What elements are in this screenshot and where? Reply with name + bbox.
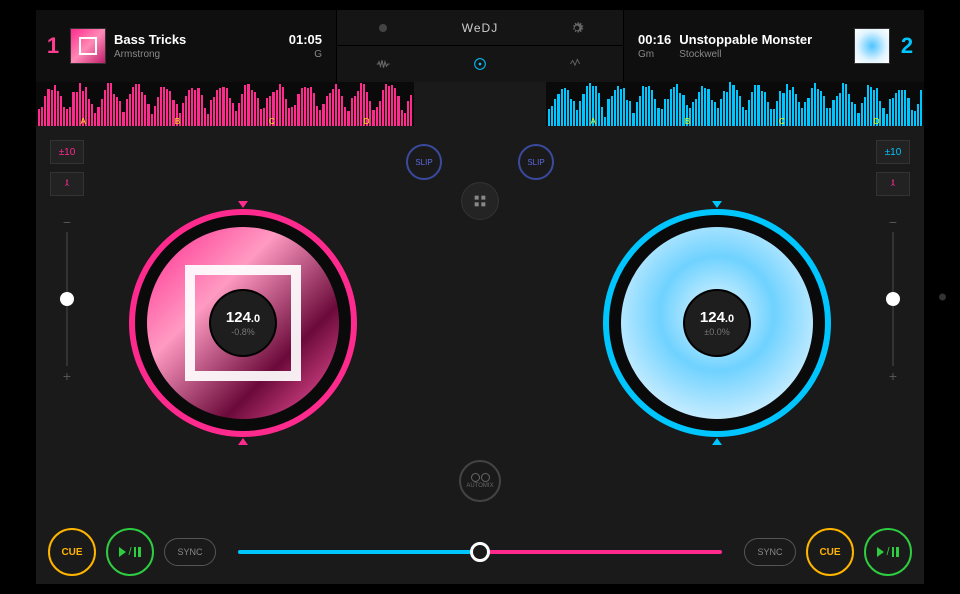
deck2-header[interactable]: 00:16 Gm Unstoppable Monster Stockwell 2 xyxy=(624,10,924,82)
deck2-sync-button[interactable]: SYNC xyxy=(744,538,796,566)
transport-bar: CUE / SYNC SYNC CUE / xyxy=(36,520,924,584)
browse-icon xyxy=(472,193,488,209)
deck1-jog-wheel[interactable]: 124.0 -0.8% xyxy=(129,209,357,437)
deck2-cue-button[interactable]: CUE xyxy=(806,528,854,576)
fx-icon xyxy=(568,57,582,71)
deck2-jog-wheel[interactable]: 124.0 ±0.0% xyxy=(603,209,831,437)
deck1-header[interactable]: 1 Bass Tricks Armstrong 01:05 G xyxy=(36,10,336,82)
deck1-hotcue-b[interactable]: B xyxy=(175,117,180,126)
record-button[interactable] xyxy=(369,14,397,42)
deck1-jog-marker-bottom xyxy=(238,438,248,445)
deck1-side-controls: ±10 − + xyxy=(50,140,84,384)
keylock-icon xyxy=(887,178,899,190)
crossfader-knob[interactable] xyxy=(470,542,490,562)
deck2-pitch-readout: ±0.0% xyxy=(704,327,729,337)
deck2: SLIP 124.0 ±0.0% ±10 − xyxy=(510,126,924,520)
disc-view-button[interactable] xyxy=(466,50,494,78)
deck1-bpm: 124.0 xyxy=(226,309,260,326)
keylock-icon xyxy=(61,178,73,190)
deck2-pitch-knob[interactable] xyxy=(886,292,900,306)
deck1-bpm-hub[interactable]: 124.0 -0.8% xyxy=(211,291,275,355)
deck2-hotcue-a[interactable]: A xyxy=(590,117,595,126)
deck1-waveform[interactable]: A B C D xyxy=(36,82,414,126)
deck2-jog-marker-bottom xyxy=(712,438,722,445)
deck1-artist: Armstrong xyxy=(114,49,281,60)
deck2-keylock-button[interactable] xyxy=(876,172,910,196)
deck2-waveform[interactable]: A B C D xyxy=(546,82,924,126)
top-bar: 1 Bass Tricks Armstrong 01:05 G WeDJ xyxy=(36,10,924,82)
deck2-play-button[interactable]: / xyxy=(864,528,912,576)
deck2-slip-button[interactable]: SLIP xyxy=(518,144,554,180)
deck1-sync-button[interactable]: SYNC xyxy=(164,538,216,566)
deck2-artist: Stockwell xyxy=(679,49,846,60)
play-pause-icon: / xyxy=(119,546,140,558)
deck1-pitch-readout: -0.8% xyxy=(231,327,255,337)
deck1-tempo-range-button[interactable]: ±10 xyxy=(50,140,84,164)
waveform-icon xyxy=(376,59,394,69)
deck1-hotcue-c[interactable]: C xyxy=(269,117,275,126)
deck1-number: 1 xyxy=(44,33,62,59)
center-panel: WeDJ xyxy=(336,10,624,82)
deck1-pitch-slider[interactable]: − + xyxy=(55,214,79,384)
deck1-slip-button[interactable]: SLIP xyxy=(406,144,442,180)
deck1-keylock-button[interactable] xyxy=(50,172,84,196)
deck2-album-art[interactable] xyxy=(854,28,890,64)
tablet-home-indicator xyxy=(939,294,946,301)
deck1-pitch-knob[interactable] xyxy=(60,292,74,306)
deck1-hotcue-a[interactable]: A xyxy=(80,117,85,126)
fx-view-button[interactable] xyxy=(561,50,589,78)
deck1-jog-marker-top xyxy=(238,201,248,208)
plus-sign: + xyxy=(63,368,71,384)
deck1-track-title: Bass Tricks xyxy=(114,32,281,47)
center-column: AUTOMIX xyxy=(450,126,510,520)
deck1: ±10 − + SLIP xyxy=(36,126,450,520)
browse-button[interactable] xyxy=(461,182,499,220)
waveform-row: A B C D A B C D xyxy=(36,82,924,126)
plus-sign: + xyxy=(889,368,897,384)
deck1-cue-button[interactable]: CUE xyxy=(48,528,96,576)
deck2-pitch-slider[interactable]: − + xyxy=(881,214,905,384)
deck1-play-button[interactable]: / xyxy=(106,528,154,576)
deck2-key: Gm xyxy=(638,49,671,60)
deck2-side-controls: ±10 − + xyxy=(876,140,910,384)
deck2-hotcue-d[interactable]: D xyxy=(874,117,880,126)
app-screen: 1 Bass Tricks Armstrong 01:05 G WeDJ xyxy=(36,10,924,584)
deck2-hotcue-b[interactable]: B xyxy=(685,117,690,126)
crossfader[interactable] xyxy=(238,540,722,564)
deck1-hotcue-d[interactable]: D xyxy=(364,117,370,126)
deck2-hotcue-c[interactable]: C xyxy=(779,117,785,126)
brand-label: WeDJ xyxy=(462,21,498,35)
settings-button[interactable] xyxy=(563,14,591,42)
deck2-tempo-range-button[interactable]: ±10 xyxy=(876,140,910,164)
deck1-time: 01:05 xyxy=(289,32,322,47)
automix-label: AUTOMIX xyxy=(466,483,493,489)
minus-sign: − xyxy=(63,214,71,230)
deck2-number: 2 xyxy=(898,33,916,59)
deck2-time: 00:16 xyxy=(638,32,671,47)
deck2-bpm-hub[interactable]: 124.0 ±0.0% xyxy=(685,291,749,355)
deck-area: ±10 − + SLIP xyxy=(36,126,924,520)
deck2-track-title: Unstoppable Monster xyxy=(679,32,846,47)
deck1-key: G xyxy=(289,49,322,60)
deck2-bpm: 124.0 xyxy=(700,309,734,326)
automix-icon xyxy=(471,473,490,482)
play-pause-icon: / xyxy=(877,546,898,558)
disc-icon xyxy=(472,56,488,72)
waveform-view-button[interactable] xyxy=(371,50,399,78)
minus-sign: − xyxy=(889,214,897,230)
deck1-album-art[interactable] xyxy=(70,28,106,64)
gear-icon xyxy=(570,21,584,35)
automix-button[interactable]: AUTOMIX xyxy=(459,460,501,502)
deck2-jog-marker-top xyxy=(712,201,722,208)
